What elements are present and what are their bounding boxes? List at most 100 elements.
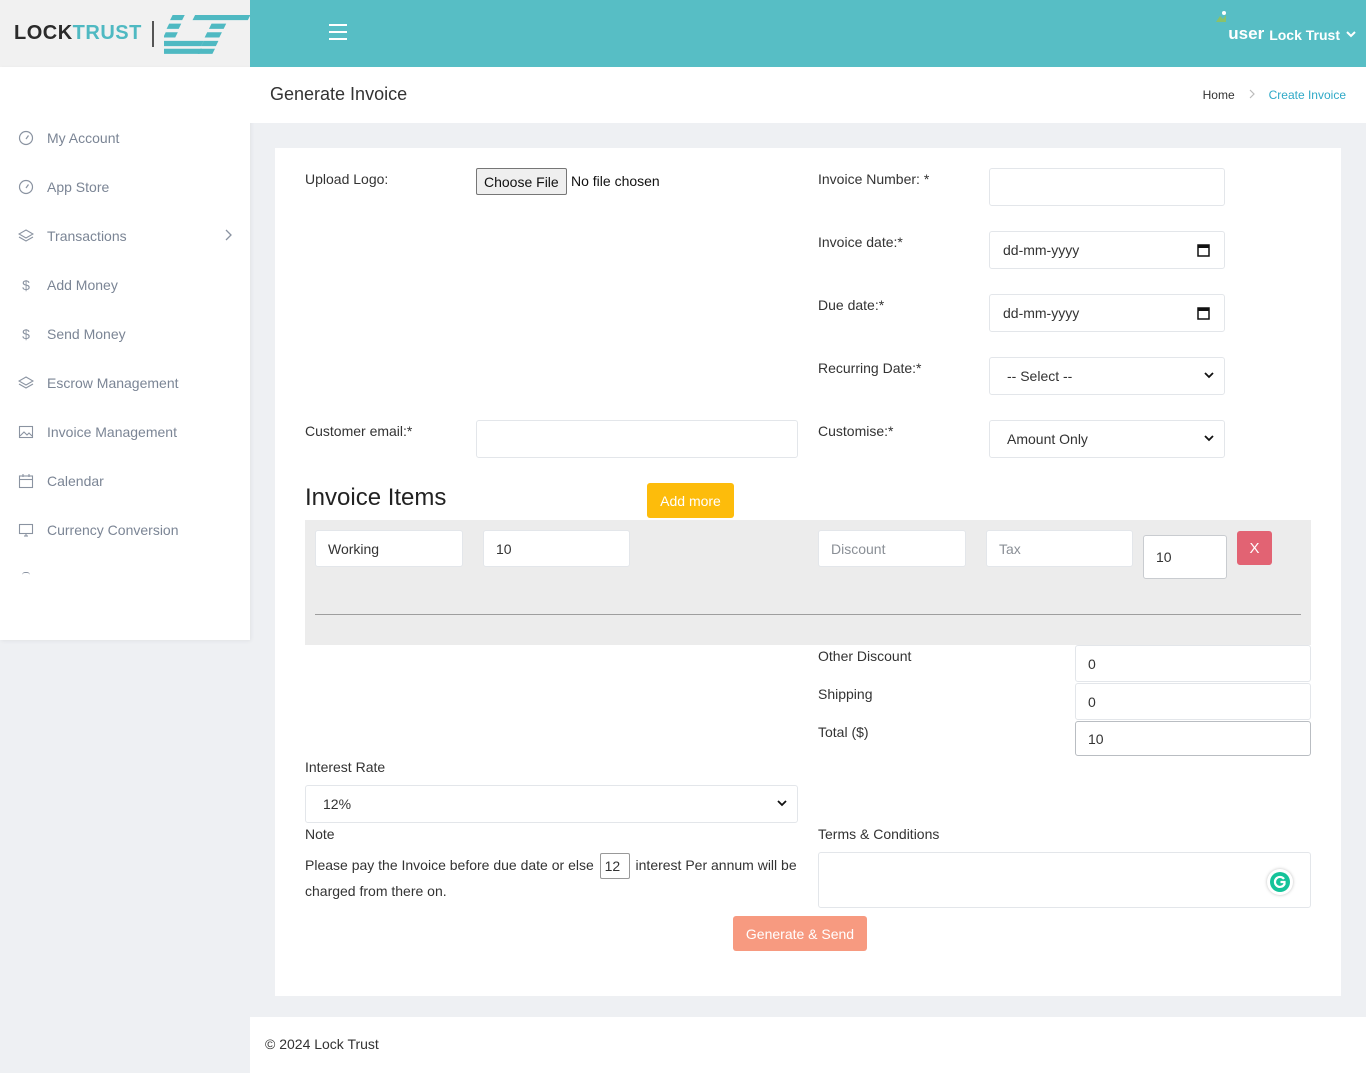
dashboard-icon [18, 179, 34, 195]
calendar-icon[interactable] [1197, 306, 1210, 320]
sidebar-item-app-store[interactable]: App Store [0, 169, 250, 205]
interest-rate-label: Interest Rate [305, 759, 386, 775]
calendar-icon[interactable] [1197, 243, 1210, 257]
user-name: Lock Trust [1269, 27, 1340, 43]
choose-file-button[interactable]: Choose File [476, 168, 567, 195]
interest-rate-select[interactable]: 12% [305, 785, 798, 823]
brand-logo[interactable]: LOCKTRUST [0, 0, 250, 67]
item-total-input[interactable] [1143, 535, 1227, 579]
sidebar-item-label: App Store [47, 179, 110, 195]
sidebar-item-invoice-management[interactable]: Invoice Management [0, 414, 250, 450]
dollar-icon: $ [22, 326, 30, 342]
breadcrumb-current[interactable]: Create Invoice [1269, 88, 1346, 102]
breadcrumb: Home Create Invoice [1203, 88, 1346, 102]
breadcrumb-home[interactable]: Home [1203, 88, 1235, 102]
sidebar-item-label: Calendar [47, 473, 104, 489]
sidebar-item-label: Transactions [47, 228, 127, 244]
copyright-text: © 2024 Lock Trust [265, 1036, 379, 1052]
invoice-number-label: Invoice Number: * [818, 171, 930, 187]
user-avatar-icon [1216, 11, 1227, 22]
sidebar-item-add-money[interactable]: $ Add Money [0, 267, 250, 303]
note-text: Please pay the Invoice before due date o… [305, 853, 805, 903]
terms-textarea[interactable] [818, 852, 1311, 908]
sidebar-item-label: My Account [47, 130, 120, 146]
sidebar-item-escrow-management[interactable]: Escrow Management [0, 365, 250, 401]
shipping-label: Shipping [818, 686, 873, 702]
due-date-input[interactable]: dd-mm-yyyy [989, 294, 1225, 332]
brand-name: LOCKTRUST [14, 22, 142, 44]
invoice-date-label: Invoice date:* [818, 234, 903, 250]
total-input[interactable] [1075, 721, 1311, 756]
item-amount-input[interactable] [483, 530, 630, 567]
recurring-date-label: Recurring Date:* [818, 360, 922, 376]
item-discount-input[interactable] [818, 530, 966, 567]
terms-label: Terms & Conditions [818, 826, 940, 842]
user-menu[interactable]: user Lock Trust [1216, 11, 1356, 44]
file-status-text: No file chosen [571, 173, 660, 189]
total-label: Total ($) [818, 724, 869, 740]
user-label: user [1228, 24, 1265, 43]
chevron-right-icon [1249, 88, 1255, 102]
customise-value: Amount Only [1007, 431, 1088, 447]
page-title: Generate Invoice [270, 84, 408, 104]
sidebar-item-label: Add Money [47, 277, 118, 293]
other-discount-label: Other Discount [818, 648, 912, 664]
topbar: user Lock Trust [250, 0, 1366, 67]
sidebar: My Account App Store Transactions $ Add … [0, 67, 250, 640]
image-icon [18, 424, 34, 440]
due-date-label: Due date:* [818, 297, 885, 313]
sidebar-item-label: Currency Conversion [47, 522, 179, 538]
page-header: Generate Invoice Home Create Invoice [250, 67, 1366, 123]
recurring-date-select[interactable]: -- Select -- [989, 357, 1225, 395]
invoice-date-value: dd-mm-yyyy [1003, 242, 1080, 258]
sidebar-item-label: Invoice Management [47, 424, 177, 440]
sidebar-more-indicator [22, 572, 30, 575]
note-text-before: Please pay the Invoice before due date o… [305, 857, 594, 873]
chevron-down-icon [1346, 30, 1356, 41]
divider [315, 614, 1301, 615]
invoice-items-heading: Invoice Items [305, 484, 447, 511]
chevron-down-icon [1204, 435, 1214, 442]
grammarly-icon[interactable] [1267, 869, 1293, 895]
monitor-icon [18, 522, 34, 538]
sidebar-item-transactions[interactable]: Transactions [0, 218, 250, 254]
other-discount-input[interactable] [1075, 645, 1311, 682]
sidebar-item-label: Escrow Management [47, 375, 179, 391]
logo-divider [151, 20, 154, 47]
sidebar-item-currency-conversion[interactable]: Currency Conversion [0, 512, 250, 548]
sidebar-item-send-money[interactable]: $ Send Money [0, 316, 250, 352]
shipping-input[interactable] [1075, 683, 1311, 720]
due-date-value: dd-mm-yyyy [1003, 305, 1080, 321]
sidebar-item-calendar[interactable]: Calendar [0, 463, 250, 499]
item-name-input[interactable] [315, 530, 463, 567]
dollar-icon: $ [22, 277, 30, 293]
layers-icon [18, 228, 34, 244]
note-label: Note [305, 826, 335, 842]
generate-send-button[interactable]: Generate & Send [733, 916, 867, 951]
chevron-down-icon [1204, 372, 1214, 379]
customise-select[interactable]: Amount Only [989, 420, 1225, 458]
sidebar-item-my-account[interactable]: My Account [0, 120, 250, 156]
invoice-number-input[interactable] [989, 168, 1225, 206]
lt-logo-mark-icon [163, 14, 250, 54]
interest-rate-value: 12% [323, 796, 352, 812]
note-rate-input[interactable]: 12 [599, 853, 630, 880]
chevron-right-icon [224, 228, 232, 244]
footer: © 2024 Lock Trust [250, 1017, 1366, 1073]
dashboard-icon [18, 130, 34, 146]
customer-email-label: Customer email:* [305, 423, 413, 439]
chevron-down-icon [777, 800, 787, 807]
layers-icon [18, 375, 34, 391]
customer-email-input[interactable] [476, 420, 798, 458]
sidebar-item-label: Send Money [47, 326, 126, 342]
remove-item-button[interactable]: X [1237, 531, 1272, 565]
recurring-date-value: -- Select -- [1007, 368, 1073, 384]
invoice-item-row: X [305, 520, 1311, 645]
add-more-button[interactable]: Add more [647, 483, 734, 518]
upload-logo-label: Upload Logo: [305, 171, 389, 187]
menu-toggle-icon[interactable] [329, 24, 347, 40]
invoice-date-input[interactable]: dd-mm-yyyy [989, 231, 1225, 269]
customise-label: Customise:* [818, 423, 894, 439]
item-tax-input[interactable] [986, 530, 1133, 567]
calendar-icon [18, 473, 34, 489]
